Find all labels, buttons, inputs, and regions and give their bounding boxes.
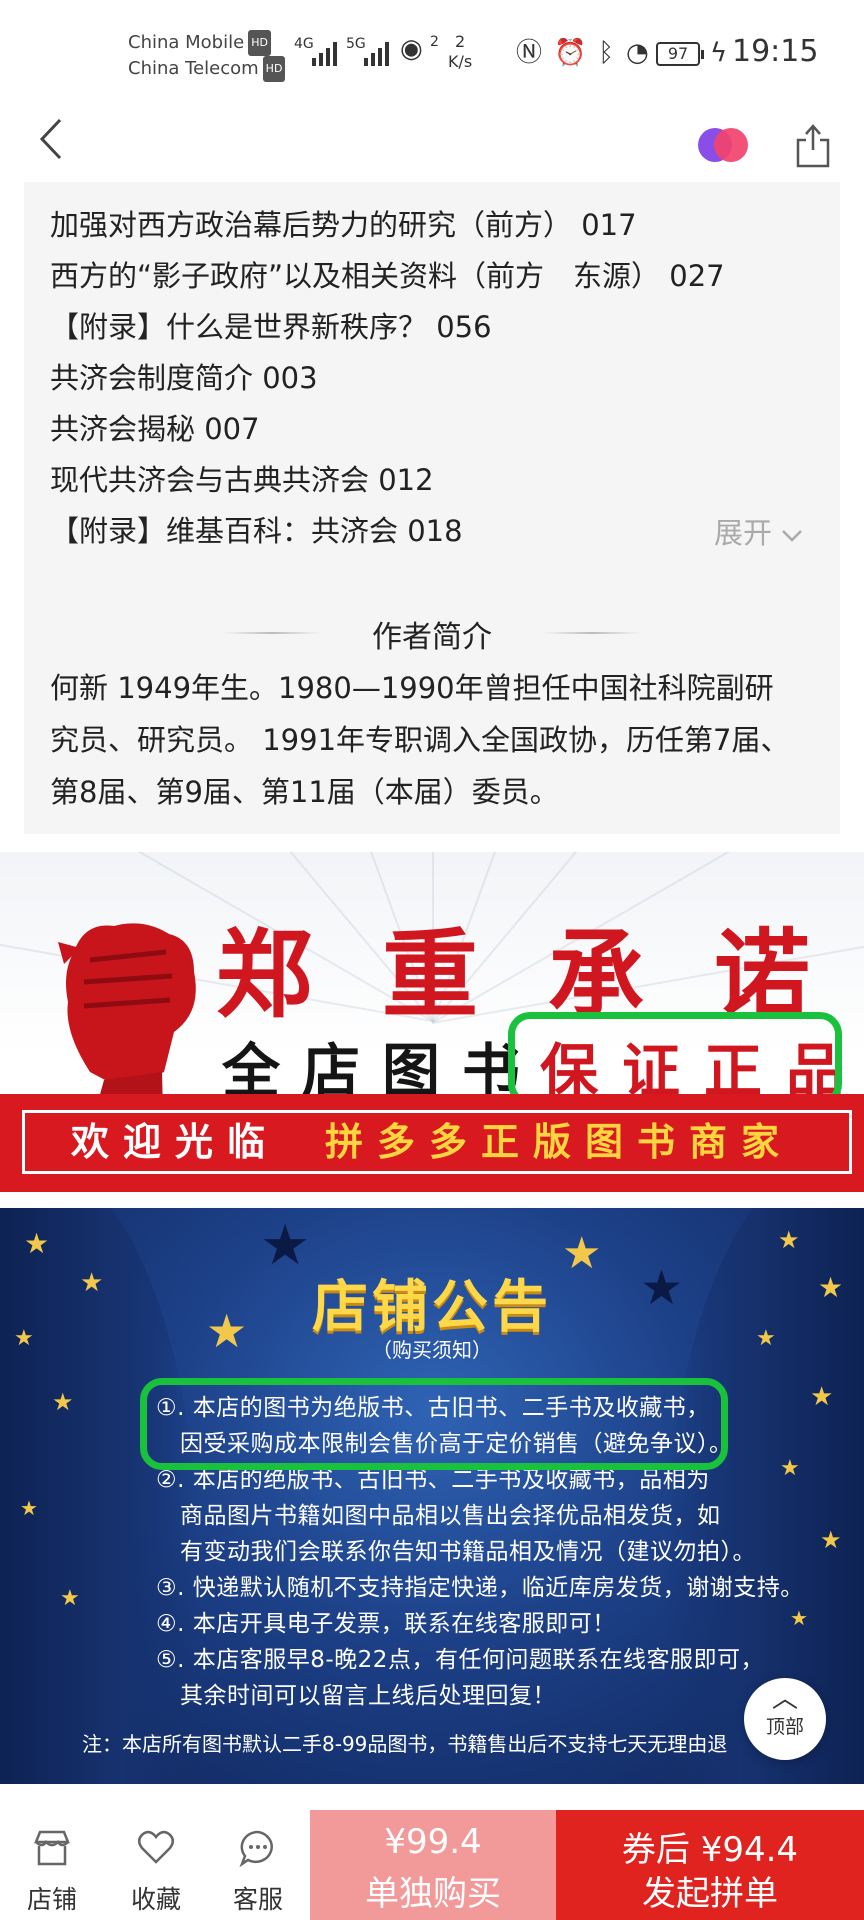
star-icon: ★ [778, 1226, 800, 1254]
author-bio: 何新 1949年生。1980—1990年曾担任中国社科院副研 究员、研究员。 1… [50, 662, 830, 818]
notice-line: ⑤. 本店客服早8-晚22点，有任何问题联系在线客服即可， [156, 1647, 764, 1673]
signal-bars-1-icon [312, 40, 337, 66]
star-icon: ★ [790, 1606, 808, 1630]
hd-badge: HD [248, 30, 271, 56]
carrier-1: China Mobile [128, 32, 245, 53]
back-to-top-button[interactable]: ︿ 顶部 [744, 1678, 826, 1760]
clock: 19:15 [732, 34, 819, 69]
expand-toc-button[interactable]: 展开 [714, 510, 803, 552]
charging-icon: ϟ [710, 38, 728, 68]
notice-title: 店铺公告 [312, 1275, 552, 1340]
group-action-label: 发起拼单 [642, 1874, 778, 1914]
share-icon [796, 124, 830, 168]
carrier-2: China Telecom [128, 58, 259, 79]
welcome-frame: 欢迎光临 拼多多正版图书商家 [22, 1110, 852, 1174]
star-icon: ★ [780, 1456, 800, 1481]
nav-bar [0, 110, 864, 182]
wifi-level: 2 [430, 34, 439, 50]
author-bio-line: 何新 1949年生。1980—1990年曾担任中国社科院副研 [50, 671, 774, 705]
store-icon [34, 1830, 70, 1866]
net-speed-unit: K/s [448, 52, 473, 71]
merchant-text: 拼多多正版图书商家 [325, 1120, 794, 1164]
group-buy-button[interactable]: 券后 ¥94.4 发起拼单 [556, 1810, 864, 1920]
net-speed: 2 K/s [448, 32, 472, 72]
toc-item: 【附录】什么是世界新秩序？ 056 [50, 310, 492, 344]
book-details-card: 加强对西方政治幕后势力的研究（前方） 017 西方的“影子政府”以及相关资料（前… [24, 182, 840, 834]
author-bio-line: 第8届、第9届、第11届（本届）委员。 [50, 775, 559, 809]
star-icon: ★ [24, 1227, 50, 1260]
status-icons: Ⓝ ⏰ ᛒ ◔ [516, 38, 649, 68]
welcome-strip: 欢迎光临 拼多多正版图书商家 [0, 1094, 864, 1192]
store-notice-image: ★ ★ ★ ★ ★ ★ ★ ★ ★ ★ ★ ★ ★ ★ ★ ★ ★ 店铺公告 （… [0, 1208, 864, 1784]
tab-favorite[interactable]: 收藏 [104, 1810, 208, 1920]
toc-item: 【附录】维基百科：共济会 018 [50, 514, 463, 548]
author-bio-line: 究员、研究员。 1991年专职调入全国政协，历任第7届、 [50, 723, 790, 757]
buy-single-button[interactable]: ¥99.4 单独购买 [310, 1810, 556, 1920]
star-icon: ★ [20, 1496, 38, 1520]
tab-favorite-label: 收藏 [130, 1885, 181, 1914]
promise-banner-image: 郑重承诺 全店图书 保证正品 欢迎光临 拼多多正版图书商家 [0, 852, 864, 1192]
tab-customer-service[interactable]: 客服 [206, 1810, 310, 1920]
toc-item: 现代共济会与古典共济会 012 [50, 463, 434, 497]
battery-icon: 97 [656, 42, 704, 66]
highlight-box [140, 1378, 728, 1470]
toc-item: 西方的“影子政府”以及相关资料（前方 东源） 027 [50, 259, 725, 293]
star-icon: ★ [60, 1586, 80, 1611]
nfc-icon: Ⓝ [516, 38, 543, 68]
heart-icon [138, 1830, 174, 1864]
alarm-icon: ⏰ [554, 38, 587, 68]
notice-line: ④. 本店开具电子发票，联系在线客服即可！ [156, 1611, 616, 1637]
back-button[interactable] [36, 114, 66, 178]
highlight-box [508, 1012, 842, 1106]
tab-store-label: 店铺 [26, 1885, 77, 1914]
carrier-info: China Mobile HD China Telecom HD [128, 30, 286, 82]
star-icon: ★ [52, 1388, 74, 1416]
status-bar: China Mobile HD China Telecom HD 4G 5G ◉ 2… [0, 0, 864, 110]
bluetooth-icon: ᛒ [598, 38, 614, 68]
notice-line: 有变动我们会联系你告知书籍品相及情况（建议勿拍）。 [180, 1539, 756, 1565]
network-type-2: 5G [346, 36, 366, 52]
chat-icon [239, 1830, 273, 1868]
chevron-down-icon [782, 530, 803, 542]
single-price: ¥99.4 [384, 1822, 482, 1862]
expand-label: 展开 [714, 516, 773, 550]
app-logo-icon[interactable] [698, 128, 750, 162]
share-button[interactable] [796, 122, 830, 168]
star-icon: ★ [820, 1526, 842, 1554]
bottom-action-bar: 店铺 收藏 客服 ¥99.4 单独购买 券后 ¥94.4 发起拼单 [0, 1810, 864, 1920]
author-heading: 作者简介 [24, 612, 840, 656]
notice-line: 商品图片书籍如图中品相以售出会择优品相发货，如 [180, 1503, 721, 1529]
toc-item: 加强对西方政治幕后势力的研究（前方） 017 [50, 208, 637, 242]
notice-line: 其余时间可以留言上线后处理回复！ [180, 1683, 556, 1709]
toc-item: 共济会揭秘 007 [50, 412, 260, 446]
single-action-label: 单独购买 [365, 1874, 501, 1914]
chevron-left-icon [39, 118, 62, 160]
wifi-icon: ◉ [400, 34, 423, 64]
notice-footer: 注：本店所有图书默认二手8-99品图书，书籍售出后不支持七天无理由退 [82, 1732, 728, 1756]
tab-customer-service-label: 客服 [232, 1885, 283, 1914]
net-speed-value: 2 [455, 32, 466, 51]
signal-bars-2-icon [364, 40, 389, 66]
notice-line: ③. 快递默认随机不支持指定快递，临近库房发货，谢谢支持。 [156, 1575, 804, 1601]
speedometer-icon: ◔ [626, 38, 649, 68]
group-price: 券后 ¥94.4 [621, 1830, 799, 1870]
network-type-1: 4G [294, 36, 314, 52]
hd-badge: HD [262, 56, 286, 82]
star-icon: ★ [810, 1382, 834, 1412]
notice-subtitle: （购买须知） [372, 1338, 492, 1362]
toc-item: 共济会制度简介 003 [50, 361, 318, 395]
chevron-up-icon: ︿ [771, 1684, 798, 1714]
tab-store[interactable]: 店铺 [0, 1810, 104, 1920]
welcome-text: 欢迎光临 [71, 1120, 280, 1164]
back-to-top-label: 顶部 [765, 1716, 804, 1738]
